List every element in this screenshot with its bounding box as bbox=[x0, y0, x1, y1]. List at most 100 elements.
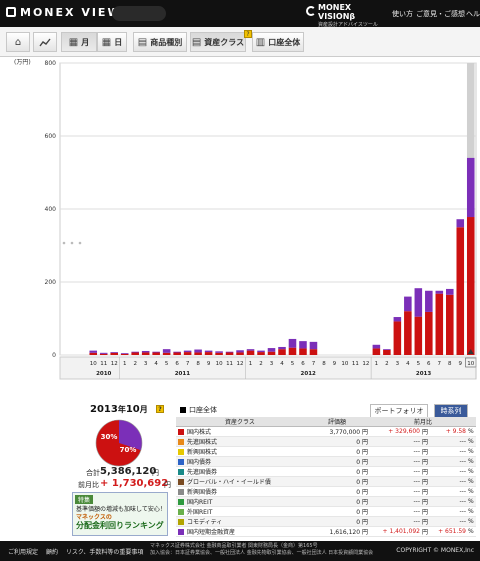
year-label: 2012 bbox=[301, 371, 316, 377]
asset-class-cell: 新興国株式 bbox=[176, 446, 304, 457]
chart-button[interactable] bbox=[33, 32, 57, 52]
x-tick-label: 10 bbox=[90, 361, 97, 367]
bar-segment bbox=[141, 350, 150, 353]
bar-segment bbox=[456, 219, 465, 228]
asset-class-name: 国内株式 bbox=[187, 429, 212, 436]
list-icon: ▤ bbox=[191, 36, 202, 48]
pct-unit-cell: % bbox=[468, 426, 476, 437]
color-swatch-icon bbox=[178, 449, 184, 455]
asset-class-cell: 国内REIT bbox=[176, 496, 304, 507]
change-amount-cell: --- bbox=[370, 476, 422, 487]
bar-segment bbox=[435, 293, 444, 355]
asset-class-help-icon[interactable]: ? bbox=[244, 30, 252, 38]
change-amount-cell: --- bbox=[370, 486, 422, 497]
bar-segment bbox=[425, 311, 433, 355]
asset-class-cell: コモディティ bbox=[176, 516, 304, 527]
bar-segment bbox=[99, 352, 108, 354]
home-button[interactable]: ⌂ bbox=[6, 32, 30, 52]
footer-corp-line2: 加入協会：日本証券業協会、一般社団法人 金融先物取引業協会、一般社団法人 日本投… bbox=[150, 550, 374, 556]
bar-segment bbox=[466, 157, 475, 218]
bar-segment bbox=[236, 352, 244, 355]
color-swatch-icon bbox=[178, 489, 184, 495]
y-tick-label: 600 bbox=[45, 133, 57, 140]
loading-dot-icon bbox=[78, 241, 82, 245]
calendar-icon: ▦ bbox=[101, 36, 112, 48]
nav-help[interactable]: ヘル bbox=[466, 9, 480, 19]
calendar-icon: ▦ bbox=[68, 36, 79, 48]
asset-class-name: 先進国株式 bbox=[187, 439, 218, 446]
bar-segment bbox=[456, 227, 465, 355]
asset-class-cell: 先進国債券 bbox=[176, 466, 304, 477]
dividend-ranking-banner[interactable]: 特集 基準価額の増減も加味して安心！ マネックスの 分配金利回りランキング bbox=[72, 492, 168, 536]
change-unit-cell: 円 bbox=[422, 526, 430, 537]
x-tick-label: 4 bbox=[154, 361, 158, 367]
asset-class-cell: 国内債券 bbox=[176, 456, 304, 467]
bar-segment bbox=[288, 347, 297, 355]
valuation-cell: 0 円 bbox=[304, 466, 370, 477]
toolbar: ⌂ ▦ 月 ▦ 日 ▤ 商品種別 ▤ 資産クラス ? ▥ 口座全体 bbox=[0, 27, 480, 57]
tab-timeseries[interactable]: 時系列 bbox=[434, 404, 468, 417]
pct-unit-cell: % bbox=[468, 516, 476, 527]
asset-class-button[interactable]: ▤ 資産クラス bbox=[190, 32, 246, 52]
x-tick-label: 1 bbox=[249, 361, 253, 367]
table-row: 先進国株式 0 円 --- 円 ---% bbox=[176, 436, 476, 447]
pct-unit-cell: % bbox=[468, 466, 476, 477]
table-row: 国内株式 3,770,000 円 + 329,600 円 + 9.58% bbox=[176, 426, 476, 437]
day-button[interactable]: ▦ 日 bbox=[97, 32, 127, 52]
x-tick-label: 2 bbox=[133, 361, 137, 367]
footer-link-risk[interactable]: リスク、手数料等の重要事項 bbox=[66, 549, 143, 556]
monex-vision-logo[interactable]: MONEX VISIONβ 資産設計アドバイスツール bbox=[306, 4, 378, 28]
change-unit-cell: 円 bbox=[422, 446, 430, 457]
bar-segment bbox=[393, 317, 402, 322]
pie-label-b: 70% bbox=[120, 446, 137, 454]
summary-panel: 2013年10月 ? 30% 70% 合計 5,386,120 円 前月比 + 1… bbox=[60, 400, 172, 540]
x-tick-label: 9 bbox=[207, 361, 211, 367]
pie-label-a: 30% bbox=[101, 433, 118, 441]
period-title: 2013年10月 ? bbox=[90, 404, 164, 415]
bar-segment bbox=[309, 349, 318, 355]
bar-segment bbox=[120, 353, 129, 355]
footer-link-agreement[interactable]: 顧約 bbox=[46, 549, 58, 556]
bar-segment bbox=[404, 311, 412, 355]
nav-feedback[interactable]: ご意見・ご感想 bbox=[416, 9, 465, 19]
bar-segment bbox=[288, 338, 297, 348]
total-unit: 円 bbox=[152, 469, 159, 477]
change-pct-cell: --- bbox=[430, 516, 468, 527]
pct-unit-cell: % bbox=[468, 456, 476, 467]
tab-portfolio[interactable]: ポートフォリオ bbox=[370, 404, 428, 417]
x-tick-label: 2 bbox=[259, 361, 263, 367]
x-tick-label: 9 bbox=[333, 361, 337, 367]
color-swatch-icon bbox=[178, 499, 184, 505]
x-tick-label: 1 bbox=[123, 361, 127, 367]
period-help-icon[interactable]: ? bbox=[156, 405, 164, 413]
bar-segment bbox=[299, 341, 307, 349]
bar-segment bbox=[194, 349, 202, 353]
asset-class-cell: グローバル・ハイ・イールド債 bbox=[176, 476, 304, 487]
asset-history-chart: 0 200 400 600 800 10 11 12 1 2 3 4 5 6 7 8 9 10 11 12 1 2 3 4 5 6… bbox=[0, 57, 480, 387]
nav-usage[interactable]: 使い方 bbox=[392, 9, 413, 19]
asset-class-name: コモディティ bbox=[187, 519, 223, 526]
account-label: 口座全体 bbox=[180, 405, 217, 415]
y-tick-label: 800 bbox=[45, 60, 57, 67]
footer: ご利用規定 顧約 リスク、手数料等の重要事項 マネックス証券株式会社 金融商品取… bbox=[0, 541, 480, 561]
bar-segment bbox=[446, 288, 454, 295]
asset-class-name: 国内短期金融資産 bbox=[187, 529, 236, 536]
x-tick-label: 3 bbox=[270, 361, 274, 367]
prev-month-unit: 円 bbox=[164, 481, 171, 489]
footer-link-terms[interactable]: ご利用規定 bbox=[8, 549, 38, 556]
change-pct-cell: --- bbox=[430, 466, 468, 477]
color-swatch-icon bbox=[178, 509, 184, 515]
bar-segment bbox=[141, 352, 150, 355]
asset-class-name: 新興国債券 bbox=[187, 489, 218, 496]
change-amount-cell: --- bbox=[370, 506, 422, 517]
account-all-button[interactable]: ▥ 口座全体 bbox=[252, 32, 304, 52]
valuation-cell: 0 円 bbox=[304, 496, 370, 507]
pie-svg: 30%70% bbox=[95, 419, 143, 467]
product-type-button[interactable]: ▤ 商品種別 bbox=[133, 32, 187, 52]
valuation-cell: 0 円 bbox=[304, 516, 370, 527]
bar-segment bbox=[278, 346, 286, 350]
bar-segment bbox=[120, 353, 129, 354]
month-button[interactable]: ▦ 月 bbox=[61, 32, 97, 52]
pct-unit-cell: % bbox=[468, 506, 476, 517]
change-pct-cell: --- bbox=[430, 456, 468, 467]
